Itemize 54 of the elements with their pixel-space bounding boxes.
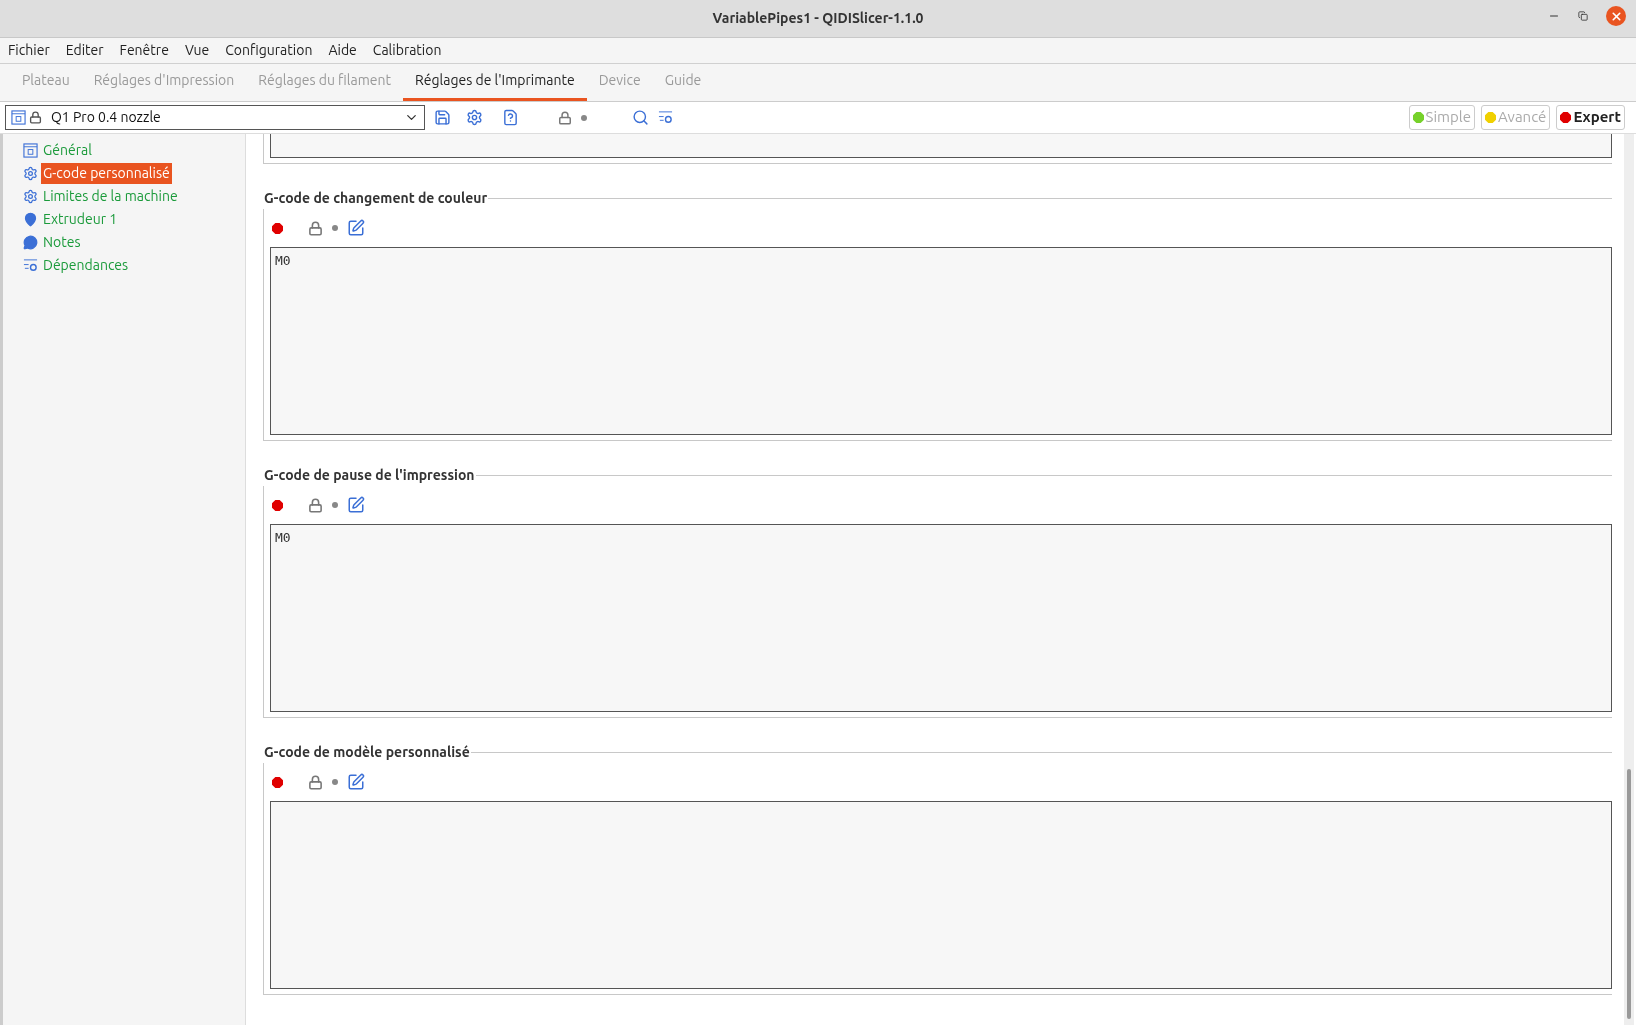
tab[interactable]: Plateau [10,63,82,101]
printer-icon [23,143,38,158]
lock-icon[interactable] [308,774,323,790]
edit-icon[interactable] [347,773,365,791]
gcode-field[interactable] [270,134,1612,158]
help-document-icon[interactable] [502,109,519,126]
section-title: G-code de modèle personnalisé [263,743,470,762]
sidebar-item[interactable]: Extrudeur 1 [41,209,120,230]
sidebar-item[interactable]: Limites de la machine [41,186,180,207]
menu-item[interactable]: Calibration [372,40,442,61]
sidebar-item[interactable]: Notes [41,232,83,253]
mode-button[interactable]: Avancé [1481,105,1551,130]
menu-item[interactable]: Aide [328,40,357,61]
scrollbar[interactable] [1624,134,1634,1025]
sidebar-item[interactable]: Dépendances [41,255,131,276]
list-gear-icon [23,258,38,273]
gear-icon [23,189,38,204]
lock-icon[interactable] [308,497,323,513]
menu-item[interactable]: Vue [184,40,210,61]
mode-button[interactable]: Expert [1556,105,1625,130]
gear-icon [23,166,38,181]
section-title: G-code de pause de l'impression [263,466,475,485]
lock-icon[interactable] [308,220,323,236]
save-icon[interactable] [434,109,451,126]
menu-item[interactable]: Configuration [225,40,313,61]
edit-icon[interactable] [347,496,365,514]
tab[interactable]: Réglages d'Impression [81,63,247,101]
restore-icon[interactable] [1578,11,1588,21]
sidebar-item[interactable]: G-code personnalisé [41,163,172,184]
close-button[interactable] [1606,6,1626,26]
tab[interactable]: Device [586,63,653,101]
sidebar-item[interactable]: Général [41,140,94,161]
menu-item[interactable]: Fichier [8,40,50,61]
window-title: VariablePipes1 - QIDISlicer-1.1.0 [712,9,924,28]
search-icon[interactable] [632,109,649,126]
edit-icon[interactable] [347,219,365,237]
printer-icon [11,110,26,125]
lock-icon [29,111,42,124]
close-icon [1609,9,1623,23]
mode-button[interactable]: Simple [1408,105,1476,130]
tab[interactable]: Guide [652,63,714,101]
menu-item[interactable]: Fenêtre [119,40,169,61]
speech-bubble-icon [23,235,38,250]
lock-icon[interactable] [558,110,572,125]
gcode-field[interactable]: M0 [270,247,1612,435]
tab[interactable]: Réglages du filament [246,63,403,101]
gcode-field[interactable] [270,801,1612,989]
menu-item[interactable]: Editer [65,40,104,61]
preset-dropdown[interactable]: Q1 Pro 0.4 nozzle [5,105,425,130]
gcode-field[interactable]: M0 [270,524,1612,712]
section-title: G-code de changement de couleur [263,189,488,208]
list-gear-icon [658,110,673,125]
pin-icon [23,212,38,227]
gear-icon[interactable] [466,109,483,126]
